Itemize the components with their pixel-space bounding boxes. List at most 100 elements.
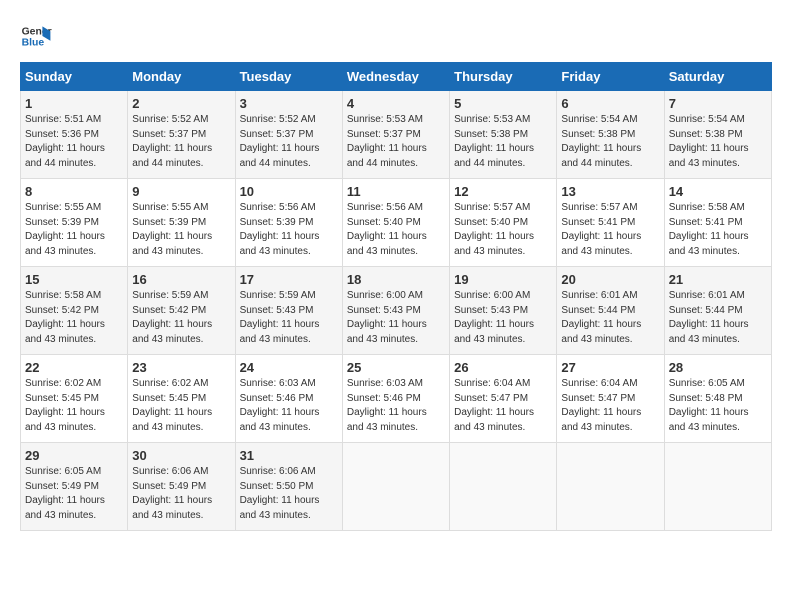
day-info: Sunrise: 5:51 AMSunset: 5:36 PMDaylight:…: [25, 114, 105, 169]
calendar-cell: 4 Sunrise: 5:53 AMSunset: 5:37 PMDayligh…: [342, 91, 449, 179]
day-header-thursday: Thursday: [450, 63, 557, 91]
day-header-saturday: Saturday: [664, 63, 771, 91]
day-info: Sunrise: 6:01 AMSunset: 5:44 PMDaylight:…: [561, 290, 641, 345]
day-info: Sunrise: 5:58 AMSunset: 5:42 PMDaylight:…: [25, 290, 105, 345]
calendar-cell: 16 Sunrise: 5:59 AMSunset: 5:42 PMDaylig…: [128, 267, 235, 355]
day-info: Sunrise: 5:56 AMSunset: 5:39 PMDaylight:…: [240, 202, 320, 257]
calendar-cell: 17 Sunrise: 5:59 AMSunset: 5:43 PMDaylig…: [235, 267, 342, 355]
calendar-cell: 26 Sunrise: 6:04 AMSunset: 5:47 PMDaylig…: [450, 355, 557, 443]
day-number: 30: [132, 448, 230, 463]
day-number: 25: [347, 360, 445, 375]
day-number: 23: [132, 360, 230, 375]
day-info: Sunrise: 5:54 AMSunset: 5:38 PMDaylight:…: [669, 114, 749, 169]
day-number: 21: [669, 272, 767, 287]
day-info: Sunrise: 5:52 AMSunset: 5:37 PMDaylight:…: [132, 114, 212, 169]
day-number: 20: [561, 272, 659, 287]
day-info: Sunrise: 6:02 AMSunset: 5:45 PMDaylight:…: [25, 378, 105, 433]
day-number: 1: [25, 96, 123, 111]
week-row-4: 22 Sunrise: 6:02 AMSunset: 5:45 PMDaylig…: [21, 355, 772, 443]
day-info: Sunrise: 5:55 AMSunset: 5:39 PMDaylight:…: [132, 202, 212, 257]
day-info: Sunrise: 6:05 AMSunset: 5:48 PMDaylight:…: [669, 378, 749, 433]
calendar-cell: 11 Sunrise: 5:56 AMSunset: 5:40 PMDaylig…: [342, 179, 449, 267]
day-header-friday: Friday: [557, 63, 664, 91]
day-info: Sunrise: 6:04 AMSunset: 5:47 PMDaylight:…: [454, 378, 534, 433]
day-number: 22: [25, 360, 123, 375]
day-number: 19: [454, 272, 552, 287]
day-number: 27: [561, 360, 659, 375]
calendar-cell: 10 Sunrise: 5:56 AMSunset: 5:39 PMDaylig…: [235, 179, 342, 267]
day-info: Sunrise: 6:03 AMSunset: 5:46 PMDaylight:…: [347, 378, 427, 433]
calendar-cell: 9 Sunrise: 5:55 AMSunset: 5:39 PMDayligh…: [128, 179, 235, 267]
day-number: 10: [240, 184, 338, 199]
day-number: 3: [240, 96, 338, 111]
day-info: Sunrise: 6:06 AMSunset: 5:49 PMDaylight:…: [132, 466, 212, 521]
day-header-tuesday: Tuesday: [235, 63, 342, 91]
day-number: 17: [240, 272, 338, 287]
day-info: Sunrise: 6:01 AMSunset: 5:44 PMDaylight:…: [669, 290, 749, 345]
day-number: 5: [454, 96, 552, 111]
calendar-cell: 25 Sunrise: 6:03 AMSunset: 5:46 PMDaylig…: [342, 355, 449, 443]
day-header-monday: Monday: [128, 63, 235, 91]
day-number: 24: [240, 360, 338, 375]
day-number: 4: [347, 96, 445, 111]
calendar-cell: [342, 443, 449, 531]
day-info: Sunrise: 5:54 AMSunset: 5:38 PMDaylight:…: [561, 114, 641, 169]
day-number: 13: [561, 184, 659, 199]
day-info: Sunrise: 6:00 AMSunset: 5:43 PMDaylight:…: [454, 290, 534, 345]
calendar-cell: [450, 443, 557, 531]
logo: General Blue: [20, 20, 58, 52]
calendar-cell: 22 Sunrise: 6:02 AMSunset: 5:45 PMDaylig…: [21, 355, 128, 443]
day-number: 6: [561, 96, 659, 111]
calendar-cell: 21 Sunrise: 6:01 AMSunset: 5:44 PMDaylig…: [664, 267, 771, 355]
day-info: Sunrise: 5:58 AMSunset: 5:41 PMDaylight:…: [669, 202, 749, 257]
day-info: Sunrise: 5:52 AMSunset: 5:37 PMDaylight:…: [240, 114, 320, 169]
day-info: Sunrise: 6:06 AMSunset: 5:50 PMDaylight:…: [240, 466, 320, 521]
day-number: 8: [25, 184, 123, 199]
day-number: 16: [132, 272, 230, 287]
day-info: Sunrise: 5:59 AMSunset: 5:42 PMDaylight:…: [132, 290, 212, 345]
logo-icon: General Blue: [20, 20, 52, 52]
day-info: Sunrise: 5:57 AMSunset: 5:40 PMDaylight:…: [454, 202, 534, 257]
calendar-cell: 6 Sunrise: 5:54 AMSunset: 5:38 PMDayligh…: [557, 91, 664, 179]
day-info: Sunrise: 5:53 AMSunset: 5:37 PMDaylight:…: [347, 114, 427, 169]
calendar-cell: 18 Sunrise: 6:00 AMSunset: 5:43 PMDaylig…: [342, 267, 449, 355]
day-number: 9: [132, 184, 230, 199]
day-info: Sunrise: 5:55 AMSunset: 5:39 PMDaylight:…: [25, 202, 105, 257]
calendar-cell: 24 Sunrise: 6:03 AMSunset: 5:46 PMDaylig…: [235, 355, 342, 443]
svg-text:Blue: Blue: [22, 38, 45, 49]
calendar-cell: 30 Sunrise: 6:06 AMSunset: 5:49 PMDaylig…: [128, 443, 235, 531]
day-number: 12: [454, 184, 552, 199]
week-row-3: 15 Sunrise: 5:58 AMSunset: 5:42 PMDaylig…: [21, 267, 772, 355]
day-number: 26: [454, 360, 552, 375]
week-row-1: 1 Sunrise: 5:51 AMSunset: 5:36 PMDayligh…: [21, 91, 772, 179]
calendar-cell: 3 Sunrise: 5:52 AMSunset: 5:37 PMDayligh…: [235, 91, 342, 179]
day-number: 28: [669, 360, 767, 375]
week-row-5: 29 Sunrise: 6:05 AMSunset: 5:49 PMDaylig…: [21, 443, 772, 531]
calendar-cell: 31 Sunrise: 6:06 AMSunset: 5:50 PMDaylig…: [235, 443, 342, 531]
calendar-cell: 1 Sunrise: 5:51 AMSunset: 5:36 PMDayligh…: [21, 91, 128, 179]
calendar-cell: [557, 443, 664, 531]
day-info: Sunrise: 5:53 AMSunset: 5:38 PMDaylight:…: [454, 114, 534, 169]
days-header-row: SundayMondayTuesdayWednesdayThursdayFrid…: [21, 63, 772, 91]
page-header: General Blue: [20, 20, 772, 52]
calendar-cell: 14 Sunrise: 5:58 AMSunset: 5:41 PMDaylig…: [664, 179, 771, 267]
calendar-cell: [664, 443, 771, 531]
day-number: 18: [347, 272, 445, 287]
calendar-cell: 13 Sunrise: 5:57 AMSunset: 5:41 PMDaylig…: [557, 179, 664, 267]
calendar-cell: 7 Sunrise: 5:54 AMSunset: 5:38 PMDayligh…: [664, 91, 771, 179]
calendar-cell: 27 Sunrise: 6:04 AMSunset: 5:47 PMDaylig…: [557, 355, 664, 443]
day-number: 29: [25, 448, 123, 463]
day-info: Sunrise: 6:04 AMSunset: 5:47 PMDaylight:…: [561, 378, 641, 433]
day-number: 14: [669, 184, 767, 199]
day-info: Sunrise: 6:02 AMSunset: 5:45 PMDaylight:…: [132, 378, 212, 433]
calendar-cell: 29 Sunrise: 6:05 AMSunset: 5:49 PMDaylig…: [21, 443, 128, 531]
calendar-table: SundayMondayTuesdayWednesdayThursdayFrid…: [20, 62, 772, 531]
day-header-wednesday: Wednesday: [342, 63, 449, 91]
day-number: 11: [347, 184, 445, 199]
calendar-cell: 19 Sunrise: 6:00 AMSunset: 5:43 PMDaylig…: [450, 267, 557, 355]
day-number: 31: [240, 448, 338, 463]
calendar-cell: 2 Sunrise: 5:52 AMSunset: 5:37 PMDayligh…: [128, 91, 235, 179]
day-info: Sunrise: 6:05 AMSunset: 5:49 PMDaylight:…: [25, 466, 105, 521]
day-header-sunday: Sunday: [21, 63, 128, 91]
day-number: 15: [25, 272, 123, 287]
